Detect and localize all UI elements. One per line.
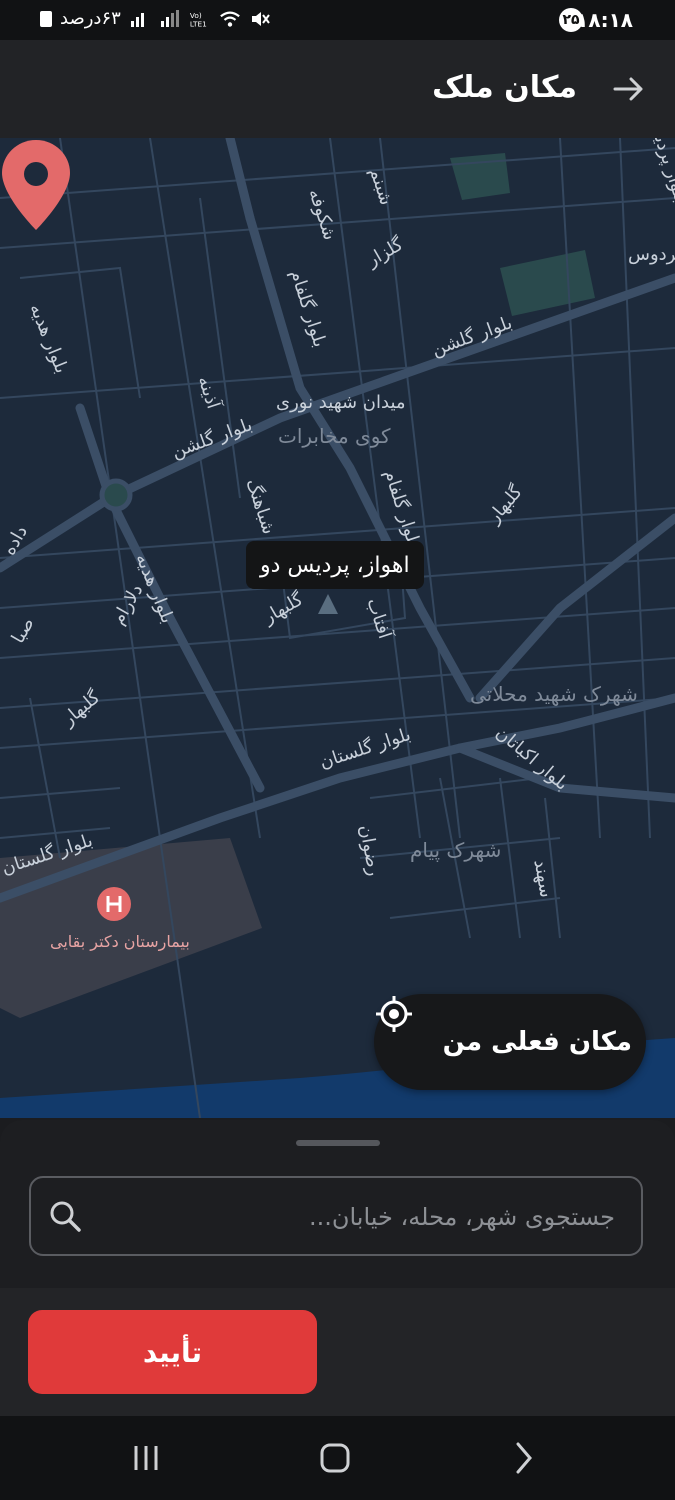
signal-2-icon xyxy=(160,9,179,27)
lte-icon: Vo)LTE1 xyxy=(190,11,207,28)
recent-apps-icon[interactable] xyxy=(126,1438,166,1478)
battery-icon xyxy=(40,10,52,27)
home-icon[interactable] xyxy=(315,1438,355,1478)
map-label: میدان شهید نوری xyxy=(276,392,406,413)
crosshair-icon xyxy=(376,996,412,1032)
wifi-icon xyxy=(219,10,240,27)
status-icons: ۶۳درصد Vo) LTE1 xyxy=(40,8,271,29)
map-view[interactable]: بلوار گلشن بلوار گلشن بلوار گلفام بلوار … xyxy=(0,138,675,1118)
signal-icon xyxy=(130,12,144,27)
battery-text: ۶۳درصد xyxy=(60,8,121,29)
map-label: شهرک پیام xyxy=(410,838,502,862)
nav-bar xyxy=(0,1416,675,1500)
confirm-button[interactable]: تأیید xyxy=(28,1310,317,1394)
hospital-label: بیمارستان دکتر بقایی xyxy=(50,932,190,951)
search-icon xyxy=(50,1201,81,1232)
mute-icon xyxy=(251,11,270,26)
current-location-button[interactable]: مکان فعلی من xyxy=(374,994,646,1090)
map-label: شهرک شهید محلاتی xyxy=(470,682,638,706)
location-tooltip: اهواز، پردیس دو xyxy=(246,541,424,589)
bottom-sheet xyxy=(0,1120,675,1288)
drag-handle[interactable] xyxy=(296,1140,380,1146)
back-arrow-icon[interactable] xyxy=(611,72,645,106)
hospital-icon xyxy=(97,887,131,921)
location-pin-icon[interactable] xyxy=(0,138,72,232)
map-label: کوی مخابرات xyxy=(278,424,391,448)
map-roads xyxy=(0,138,675,1118)
notification-badge: ۲۵ xyxy=(559,8,583,32)
map-label: فردوس xyxy=(628,244,675,265)
footer: تأیید xyxy=(0,1288,675,1416)
page-title: مکان ملک xyxy=(432,70,577,105)
status-bar: ۱۸:۱۸ ۲۵ ۶۳درصد Vo) LTE1 xyxy=(0,0,675,40)
clock: ۱۸:۱۸ xyxy=(576,8,633,32)
search-input[interactable] xyxy=(93,1178,617,1256)
header: مکان ملک xyxy=(0,40,675,138)
current-location-label: مکان فعلی من xyxy=(442,1027,632,1057)
screen: ۱۸:۱۸ ۲۵ ۶۳درصد Vo) LTE1 مکان ملک بلوار … xyxy=(0,0,675,1500)
back-nav-icon[interactable] xyxy=(504,1438,544,1478)
svg-text:LTE1: LTE1 xyxy=(190,19,207,28)
search-box[interactable] xyxy=(29,1176,643,1256)
